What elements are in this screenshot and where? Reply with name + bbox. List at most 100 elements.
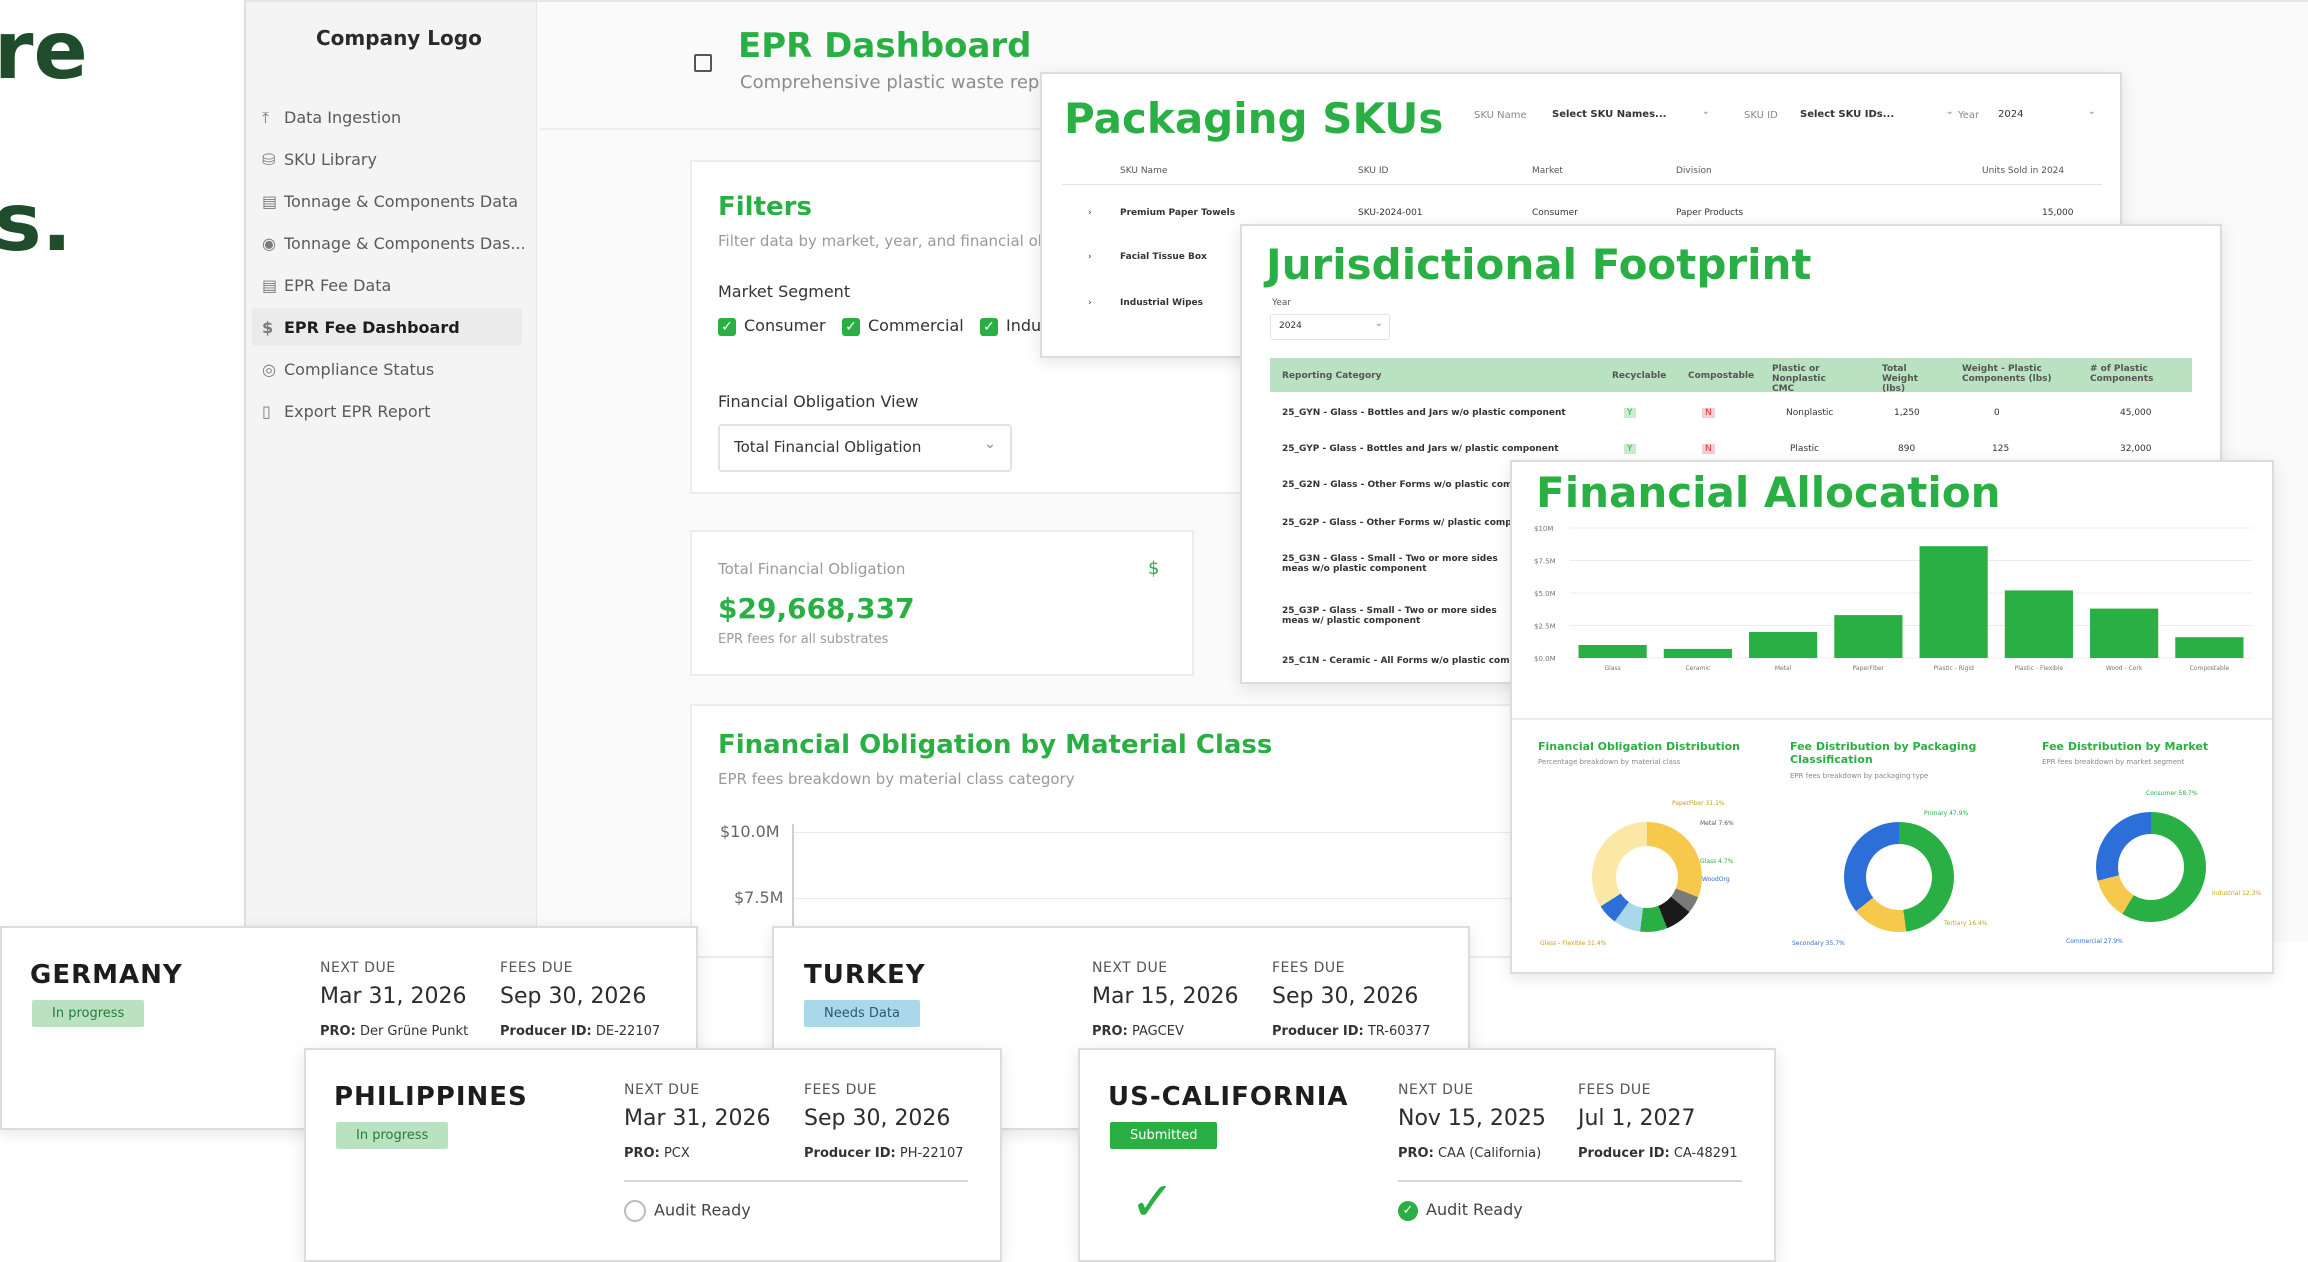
company-logo: Company Logo: [316, 26, 482, 50]
sidebar-item-compliance-status[interactable]: ◎ Compliance Status: [262, 360, 434, 379]
filters-title: Filters: [718, 192, 812, 222]
donut-1-label: WoodOrg: [1702, 876, 1730, 883]
upload-icon: ⤒: [262, 108, 270, 127]
allocation-title: Financial Allocation: [1536, 468, 2001, 517]
obligation-view-select[interactable]: Total Financial Obligation ⌄: [718, 424, 1012, 472]
page-subtitle: Comprehensive plastic waste rep: [740, 72, 1040, 93]
check-circle-icon: ✓: [1398, 1200, 1418, 1221]
jur-header-plastic-count: # of Plastic Components: [2090, 364, 2154, 384]
sidebar-item-tonnage-dashboard[interactable]: ◉ Tonnage & Components Das...: [262, 234, 526, 253]
jur-row-3-category: 25_G2N - Glass - Other Forms w/o plastic…: [1282, 480, 1526, 490]
checkmark-icon: ✓: [1130, 1170, 1176, 1233]
jur-header-category: Reporting Category: [1282, 371, 1382, 381]
country-name: TURKEY: [804, 960, 926, 990]
check-circle-icon: ◎: [262, 360, 276, 379]
fees-due-value: Sep 30, 2026: [1272, 984, 1419, 1009]
sku-id-filter-label: SKU ID: [1744, 110, 1778, 121]
check-icon: ✓: [842, 317, 860, 336]
donut-1-label: Glass - Flexible 31.4%: [1540, 940, 1607, 947]
sidebar-toggle-icon[interactable]: [694, 54, 712, 72]
total-note: EPR fees for all substrates: [718, 632, 889, 647]
chevron-down-icon: ⌄: [2087, 106, 2096, 117]
donut-1-chart: [1592, 822, 1702, 932]
country-name: GERMANY: [30, 960, 183, 990]
audit-ready-toggle[interactable]: Audit Ready: [624, 1200, 751, 1222]
dollar-icon: $: [262, 318, 274, 337]
next-due-label: NEXT DUE: [624, 1082, 700, 1098]
status-badge: Submitted: [1110, 1122, 1218, 1149]
x-tick-label: Plastic - Flexible: [2015, 665, 2064, 672]
sidebar-item-data-ingestion[interactable]: ⤒ Data Ingestion: [262, 108, 401, 128]
row-expand-icon[interactable]: ›: [1088, 252, 1092, 262]
skus-header-name: SKU Name: [1120, 166, 1168, 176]
jur-row-2-plastic-count: 32,000: [2120, 444, 2152, 454]
producer-info: Producer ID: PH-22107: [804, 1146, 964, 1161]
sidebar-item-export-report[interactable]: ▯ Export EPR Report: [262, 402, 430, 421]
donut-1-label: Metal 7.6%: [1700, 820, 1734, 827]
financial-allocation-card: Financial Allocation $10M $7.5M $5.0M $2.5M…: [1510, 460, 2274, 974]
hero-text-line1: re: [0, 4, 88, 97]
checkbox-commercial[interactable]: ✓ Commercial: [842, 316, 964, 336]
sidebar-item-sku-library[interactable]: ⛁ SKU Library: [262, 150, 377, 169]
y-tick-label: $5.0M: [1534, 590, 1556, 598]
x-tick-label: PaperFiber: [1853, 665, 1885, 672]
donut-1-label: Glass 4.7%: [1700, 858, 1734, 865]
checkbox-consumer[interactable]: ✓ Consumer: [718, 316, 826, 336]
bar-glass: [1578, 645, 1647, 658]
fees-due-label: FEES DUE: [500, 960, 573, 976]
checkbox-industrial[interactable]: ✓ Indu: [980, 316, 1041, 336]
sku-name-filter[interactable]: Select SKU Names... ⌄: [1546, 102, 1716, 128]
total-value: $29,668,337: [718, 592, 915, 625]
sku-row-1-name: Premium Paper Towels: [1120, 208, 1236, 218]
bar-plastic-rigid: [1919, 546, 1988, 658]
donut-2-title: Fee Distribution by Packaging Classifica…: [1790, 740, 1977, 766]
jur-header-compostable: Compostable: [1688, 371, 1755, 381]
jur-row-1-category: 25_GYN - Glass - Bottles and Jars w/o pl…: [1282, 408, 1566, 418]
y-tick-label: $7.5M: [1534, 558, 1556, 566]
sidebar: [246, 2, 537, 940]
filters-subtitle: Filter data by market, year, and financi…: [718, 232, 1048, 250]
sku-row-1-division: Paper Products: [1676, 208, 1744, 218]
sidebar-item-epr-fee-data[interactable]: ▤ EPR Fee Data: [262, 276, 391, 295]
bar-wood-cork: [2090, 608, 2159, 658]
chevron-down-icon: ⌄: [1945, 106, 1954, 117]
next-due-value: Mar 31, 2026: [624, 1106, 771, 1131]
y-tick-label: $10M: [1534, 525, 1553, 533]
jur-row-1-plastic-count: 45,000: [2120, 408, 2152, 418]
file-icon: ▯: [262, 402, 271, 421]
material-title: Financial Obligation by Material Class: [718, 730, 1273, 760]
row-expand-icon[interactable]: ›: [1088, 208, 1092, 218]
skus-title: Packaging SKUs: [1064, 94, 1444, 143]
donut-3-label: Commercial 27.9%: [2066, 938, 2123, 945]
page-title: EPR Dashboard: [738, 26, 1032, 66]
row-expand-icon[interactable]: ›: [1088, 298, 1092, 308]
dollar-icon: $: [1148, 558, 1160, 579]
allocation-divider: [1512, 718, 2272, 720]
database-icon: ⛁: [262, 150, 276, 169]
jur-row-4-category: 25_G2P - Glass - Other Forms w/ plastic …: [1282, 518, 1531, 528]
fees-due-value: Jul 1, 2027: [1578, 1106, 1696, 1131]
audit-ready-toggle[interactable]: ✓ Audit Ready: [1398, 1200, 1523, 1221]
sku-id-filter[interactable]: Select SKU IDs... ⌄: [1794, 102, 1960, 128]
jur-header-recyclable: Recyclable: [1612, 371, 1667, 381]
producer-info: Producer ID: TR-60377: [1272, 1024, 1431, 1039]
pro-info: PRO: CAA (California): [1398, 1146, 1542, 1161]
jur-header-type: Plastic or Nonplastic CMC: [1772, 364, 1826, 394]
sidebar-item-tonnage-data[interactable]: ▤ Tonnage & Components Data: [262, 192, 518, 211]
market-card-philippines[interactable]: PHILIPPINES In progress NEXT DUE Mar 31,…: [304, 1048, 1002, 1262]
donut-3-title: Fee Distribution by Market: [2042, 740, 2209, 753]
hero-text-line2: s.: [0, 176, 73, 269]
jur-row-7-category: 25_C1N - Ceramic - All Forms w/o plastic…: [1282, 656, 1523, 666]
jur-row-1-recyclable: Y: [1624, 408, 1636, 418]
skus-header-units: Units Sold in 2024: [1982, 166, 2065, 176]
market-card-us-california[interactable]: US-CALIFORNIA Submitted ✓ NEXT DUE Nov 1…: [1078, 1048, 1776, 1262]
sidebar-item-epr-fee-dashboard[interactable]: $ EPR Fee Dashboard: [262, 318, 460, 337]
sku-row-1-market: Consumer: [1532, 208, 1578, 218]
jurisdiction-year-select[interactable]: 2024 ⌄: [1270, 314, 1390, 340]
donut-1-title: Financial Obligation Distribution: [1538, 740, 1741, 753]
sku-name-filter-label: SKU Name: [1474, 110, 1527, 121]
card-divider: [624, 1180, 968, 1182]
donut-2-label: Primary 47.9%: [1924, 810, 1969, 817]
year-filter[interactable]: 2024 ⌄: [1992, 102, 2102, 128]
pro-info: PRO: PAGCEV: [1092, 1024, 1184, 1039]
